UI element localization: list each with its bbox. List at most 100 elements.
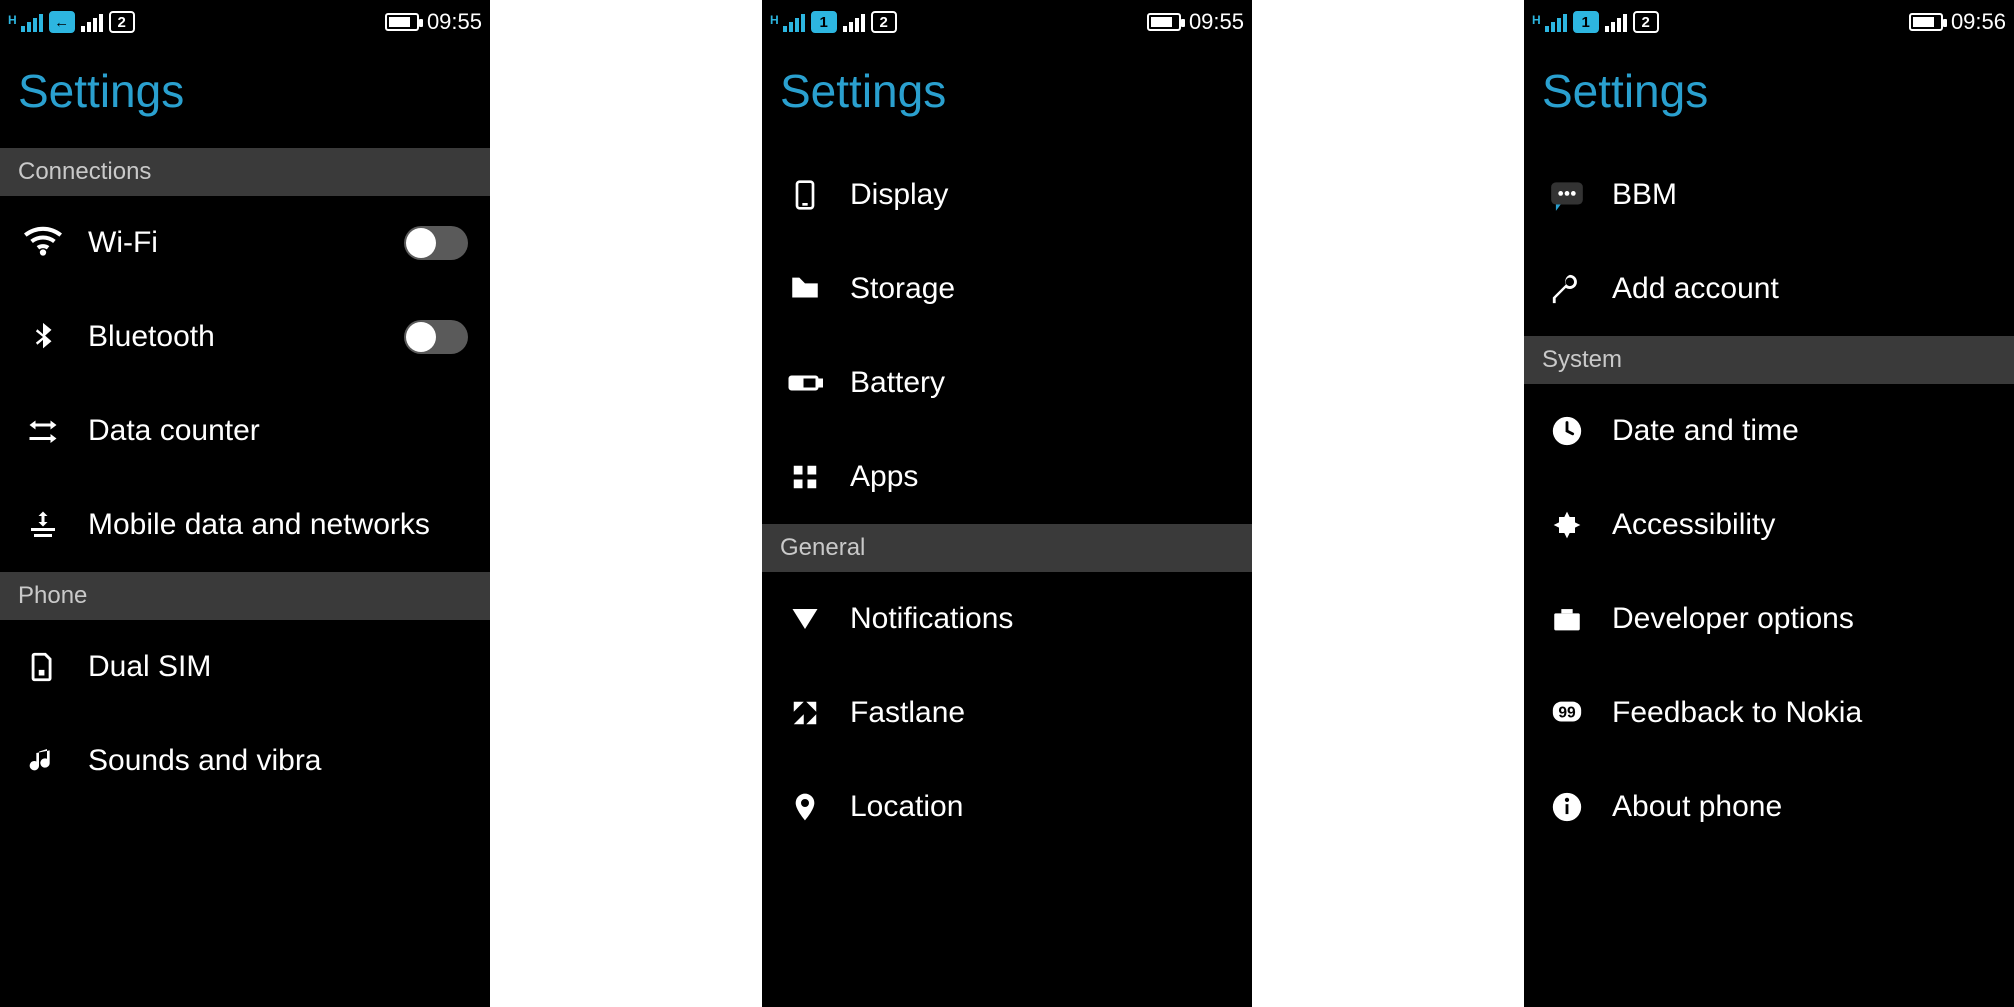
row-wifi[interactable]: Wi-Fi	[0, 196, 490, 290]
status-left: H ← 2	[8, 11, 135, 33]
bbm-icon	[1546, 174, 1588, 216]
mobile-data-icon	[22, 504, 64, 546]
row-label: Accessibility	[1612, 508, 1992, 542]
status-right: 09:56	[1909, 9, 2006, 35]
status-left: H 1 2	[770, 11, 897, 33]
notifications-icon	[784, 598, 826, 640]
row-sounds[interactable]: Sounds and vibra	[0, 714, 490, 808]
row-label: Developer options	[1612, 602, 1992, 636]
apps-icon	[784, 456, 826, 498]
phone-screen-2: H 1 2 09:55 Settings Display Storage Bat…	[762, 0, 1252, 1007]
about-icon	[1546, 786, 1588, 828]
battery-icon	[385, 13, 419, 31]
network-type-indicator: H	[1532, 13, 1541, 27]
row-label: Sounds and vibra	[88, 744, 468, 778]
sim2-badge: 2	[1633, 11, 1659, 33]
section-header-general: General	[762, 524, 1252, 572]
signal-sim1-icon	[783, 12, 805, 32]
phone-screen-3: H 1 2 09:56 Settings BBM Add account Sys…	[1524, 0, 2014, 1007]
row-label: Apps	[850, 460, 1230, 494]
developer-icon	[1546, 598, 1588, 640]
row-developer[interactable]: Developer options	[1524, 572, 2014, 666]
sim1-badge: ←	[49, 11, 75, 33]
signal-sim2-icon	[1605, 12, 1627, 32]
wifi-toggle[interactable]	[404, 226, 468, 260]
row-fastlane[interactable]: Fastlane	[762, 666, 1252, 760]
row-mobile-data[interactable]: Mobile data and networks	[0, 478, 490, 572]
sim2-badge: 2	[871, 11, 897, 33]
battery-icon	[1909, 13, 1943, 31]
row-label: Dual SIM	[88, 650, 468, 684]
page-title: Settings	[762, 44, 1252, 148]
display-icon	[784, 174, 826, 216]
status-right: 09:55	[1147, 9, 1244, 35]
row-location[interactable]: Location	[762, 760, 1252, 854]
row-storage[interactable]: Storage	[762, 242, 1252, 336]
sim1-badge: 1	[1573, 11, 1599, 33]
status-right: 09:55	[385, 9, 482, 35]
section-header-connections: Connections	[0, 148, 490, 196]
row-date-time[interactable]: Date and time	[1524, 384, 2014, 478]
row-label: Fastlane	[850, 696, 1230, 730]
wifi-icon	[22, 222, 64, 264]
battery-icon	[1147, 13, 1181, 31]
clock-time: 09:56	[1951, 9, 2006, 35]
sounds-icon	[22, 740, 64, 782]
feedback-icon: 99	[1546, 692, 1588, 734]
row-label: Mobile data and networks	[88, 508, 468, 542]
row-display[interactable]: Display	[762, 148, 1252, 242]
row-label: Battery	[850, 366, 1230, 400]
location-icon	[784, 786, 826, 828]
row-data-counter[interactable]: Data counter	[0, 384, 490, 478]
svg-text:99: 99	[1558, 704, 1576, 721]
accessibility-icon	[1546, 504, 1588, 546]
row-label: Date and time	[1612, 414, 1992, 448]
row-label: Storage	[850, 272, 1230, 306]
fastlane-icon	[784, 692, 826, 734]
phone-screen-1: H ← 2 09:55 Settings Connections Wi-Fi B…	[0, 0, 490, 1007]
bluetooth-toggle[interactable]	[404, 320, 468, 354]
row-add-account[interactable]: Add account	[1524, 242, 2014, 336]
bluetooth-icon	[22, 316, 64, 358]
row-label: Wi-Fi	[88, 226, 380, 260]
status-left: H 1 2	[1532, 11, 1659, 33]
row-label: About phone	[1612, 790, 1992, 824]
data-counter-icon	[22, 410, 64, 452]
row-apps[interactable]: Apps	[762, 430, 1252, 524]
dual-sim-icon	[22, 646, 64, 688]
row-label: Location	[850, 790, 1230, 824]
status-bar: H ← 2 09:55	[0, 0, 490, 44]
add-account-icon	[1546, 268, 1588, 310]
network-type-indicator: H	[8, 13, 17, 27]
sim2-badge: 2	[109, 11, 135, 33]
clock-icon	[1546, 410, 1588, 452]
row-about[interactable]: About phone	[1524, 760, 2014, 854]
signal-sim1-icon	[1545, 12, 1567, 32]
page-title: Settings	[1524, 44, 2014, 148]
section-header-phone: Phone	[0, 572, 490, 620]
page-title: Settings	[0, 44, 490, 148]
row-notifications[interactable]: Notifications	[762, 572, 1252, 666]
storage-icon	[784, 268, 826, 310]
signal-sim2-icon	[81, 12, 103, 32]
row-label: Bluetooth	[88, 320, 380, 354]
row-bluetooth[interactable]: Bluetooth	[0, 290, 490, 384]
section-header-system: System	[1524, 336, 2014, 384]
row-label: Feedback to Nokia	[1612, 696, 1992, 730]
sim1-badge: 1	[811, 11, 837, 33]
row-label: Data counter	[88, 414, 468, 448]
clock-time: 09:55	[427, 9, 482, 35]
battery-icon	[784, 362, 826, 404]
status-bar: H 1 2 09:55	[762, 0, 1252, 44]
row-battery[interactable]: Battery	[762, 336, 1252, 430]
signal-sim2-icon	[843, 12, 865, 32]
row-label: BBM	[1612, 178, 1992, 212]
row-label: Notifications	[850, 602, 1230, 636]
row-feedback[interactable]: 99 Feedback to Nokia	[1524, 666, 2014, 760]
row-bbm[interactable]: BBM	[1524, 148, 2014, 242]
row-label: Display	[850, 178, 1230, 212]
signal-sim1-icon	[21, 12, 43, 32]
row-dual-sim[interactable]: Dual SIM	[0, 620, 490, 714]
network-type-indicator: H	[770, 13, 779, 27]
row-accessibility[interactable]: Accessibility	[1524, 478, 2014, 572]
